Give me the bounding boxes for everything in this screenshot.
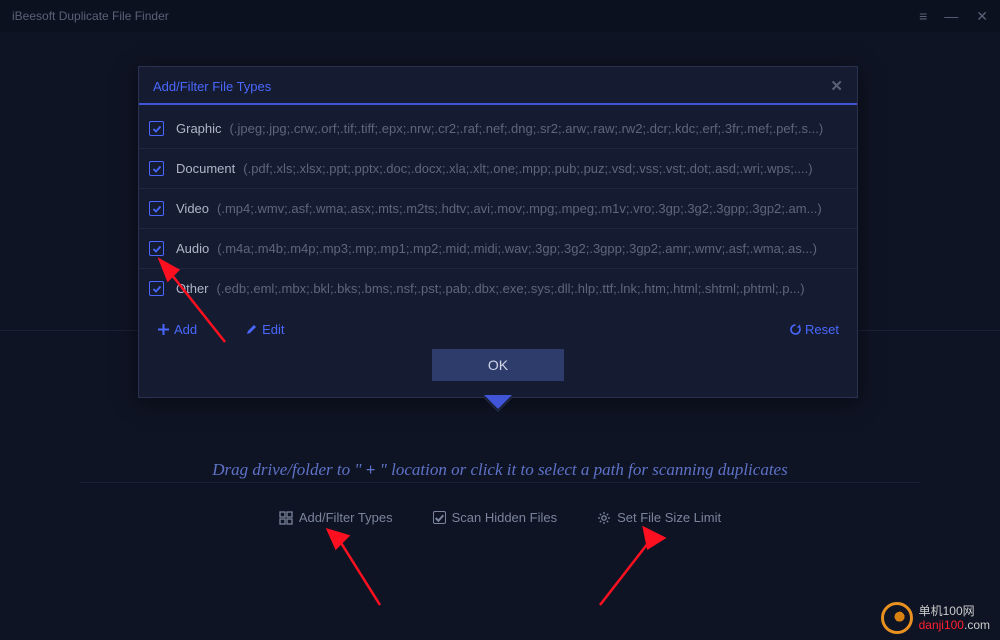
annotation-arrow xyxy=(590,520,680,620)
checkbox-video[interactable] xyxy=(149,201,164,216)
checkbox-graphic[interactable] xyxy=(149,121,164,136)
edit-label: Edit xyxy=(262,322,284,337)
dialog-title: Add/Filter File Types xyxy=(153,79,271,94)
size-limit-label: Set File Size Limit xyxy=(617,510,721,525)
dialog-header: Add/Filter File Types ✕ xyxy=(139,67,857,105)
minimize-icon[interactable]: — xyxy=(944,8,958,24)
dialog-actions: Add Edit Reset xyxy=(139,312,857,349)
watermark-logo-icon xyxy=(881,602,913,634)
type-label: Audio xyxy=(176,241,209,256)
bottom-options: Add/Filter Types Scan Hidden Files Set F… xyxy=(0,510,1000,525)
close-window-icon[interactable]: ✕ xyxy=(976,8,988,25)
type-row-audio[interactable]: Audio (.m4a;.m4b;.m4p;.mp3;.mp;.mp1;.mp2… xyxy=(139,229,857,269)
menu-icon[interactable]: ≡ xyxy=(919,8,926,24)
checkbox-audio[interactable] xyxy=(149,241,164,256)
type-extensions: (.pdf;.xls;.xlsx;.ppt;.pptx;.doc;.docx;.… xyxy=(243,161,843,176)
plus-icon xyxy=(157,323,170,336)
edit-button[interactable]: Edit xyxy=(245,322,284,337)
grid-icon xyxy=(279,511,293,525)
main-area: Add/Filter File Types ✕ Graphic (.jpeg;.… xyxy=(0,32,1000,640)
type-row-other[interactable]: Other (.edb;.eml;.mbx;.bkl;.bks;.bms;.ns… xyxy=(139,269,857,308)
add-filter-types-button[interactable]: Add/Filter Types xyxy=(279,510,393,525)
pencil-icon xyxy=(245,323,258,336)
type-label: Video xyxy=(176,201,209,216)
refresh-icon xyxy=(789,323,802,336)
watermark-domain: danji100.com xyxy=(919,618,990,632)
window-controls: ≡ — ✕ xyxy=(919,8,988,25)
watermark-line1: 单机100网 xyxy=(919,604,990,618)
type-row-graphic[interactable]: Graphic (.jpeg;.jpg;.crw;.orf;.tif;.tiff… xyxy=(139,109,857,149)
set-file-size-limit-button[interactable]: Set File Size Limit xyxy=(597,510,721,525)
titlebar: iBeesoft Duplicate File Finder ≡ — ✕ xyxy=(0,0,1000,32)
drag-hint: Drag drive/folder to " + " location or c… xyxy=(0,460,1000,480)
hint-divider xyxy=(80,482,920,483)
scan-hidden-label: Scan Hidden Files xyxy=(452,510,558,525)
app-title: iBeesoft Duplicate File Finder xyxy=(12,9,169,23)
gear-icon xyxy=(597,511,611,525)
reset-label: Reset xyxy=(805,322,839,337)
filter-types-label: Add/Filter Types xyxy=(299,510,393,525)
checkbox-icon xyxy=(433,511,446,524)
type-list: Graphic (.jpeg;.jpg;.crw;.orf;.tif;.tiff… xyxy=(139,105,857,312)
reset-button[interactable]: Reset xyxy=(789,322,839,337)
add-button[interactable]: Add xyxy=(157,322,197,337)
type-extensions: (.m4a;.m4b;.m4p;.mp3;.mp;.mp1;.mp2;.mid;… xyxy=(217,241,843,256)
filter-types-dialog: Add/Filter File Types ✕ Graphic (.jpeg;.… xyxy=(138,66,858,398)
type-label: Graphic xyxy=(176,121,222,136)
type-extensions: (.jpeg;.jpg;.crw;.orf;.tif;.tiff;.epx;.n… xyxy=(230,121,843,136)
type-extensions: (.edb;.eml;.mbx;.bkl;.bks;.bms;.nsf;.pst… xyxy=(217,281,843,296)
add-label: Add xyxy=(174,322,197,337)
popover-arrow-icon xyxy=(484,397,512,411)
watermark: 单机100网 danji100.com xyxy=(881,602,990,634)
type-extensions: (.mp4;.wmv;.asf;.wma;.asx;.mts;.m2ts;.hd… xyxy=(217,201,843,216)
checkbox-other[interactable] xyxy=(149,281,164,296)
ok-button[interactable]: OK xyxy=(432,349,564,381)
annotation-arrow xyxy=(320,520,400,620)
type-row-video[interactable]: Video (.mp4;.wmv;.asf;.wma;.asx;.mts;.m2… xyxy=(139,189,857,229)
type-label: Other xyxy=(176,281,209,296)
type-label: Document xyxy=(176,161,235,176)
ok-row: OK xyxy=(139,349,857,397)
scan-hidden-checkbox[interactable]: Scan Hidden Files xyxy=(433,510,558,525)
checkbox-document[interactable] xyxy=(149,161,164,176)
type-row-document[interactable]: Document (.pdf;.xls;.xlsx;.ppt;.pptx;.do… xyxy=(139,149,857,189)
close-icon[interactable]: ✕ xyxy=(830,77,843,95)
